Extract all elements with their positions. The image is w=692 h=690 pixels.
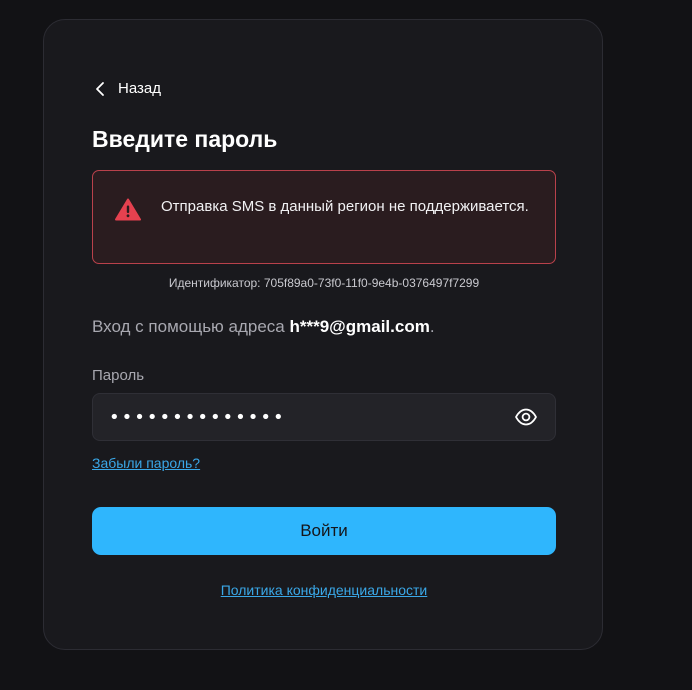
login-suffix: . — [429, 317, 435, 336]
login-button[interactable]: Войти — [92, 507, 556, 555]
page-title: Введите пароль — [92, 126, 278, 152]
login-info: Вход с помощью адреса h***9@gmail.com. — [92, 317, 435, 337]
eye-icon[interactable] — [514, 406, 538, 433]
back-label: Назад — [118, 80, 161, 97]
warning-triangle-icon — [115, 198, 141, 226]
error-alert: Отправка SMS в данный регион не поддержи… — [92, 170, 556, 264]
login-prefix: Вход с помощью адреса — [92, 317, 290, 336]
password-label: Пароль — [92, 367, 145, 384]
request-identifier: Идентификатор: 705f89a0-73f0-11f0-9e4b-0… — [168, 276, 480, 290]
privacy-policy-link[interactable]: Политика конфиденциальности — [221, 582, 428, 598]
login-email: h***9@gmail.com — [289, 317, 430, 336]
password-input[interactable] — [109, 394, 489, 440]
privacy-footer: Политика конфиденциальности — [92, 582, 556, 598]
back-button[interactable]: Назад — [94, 80, 161, 97]
login-card: Назад Введите пароль Отправка SMS в данн… — [43, 19, 603, 650]
alert-message: Отправка SMS в данный регион не поддержи… — [161, 198, 529, 215]
password-field — [92, 393, 556, 441]
chevron-left-icon — [94, 81, 108, 97]
forgot-password-link[interactable]: Забыли пароль? — [92, 455, 200, 471]
